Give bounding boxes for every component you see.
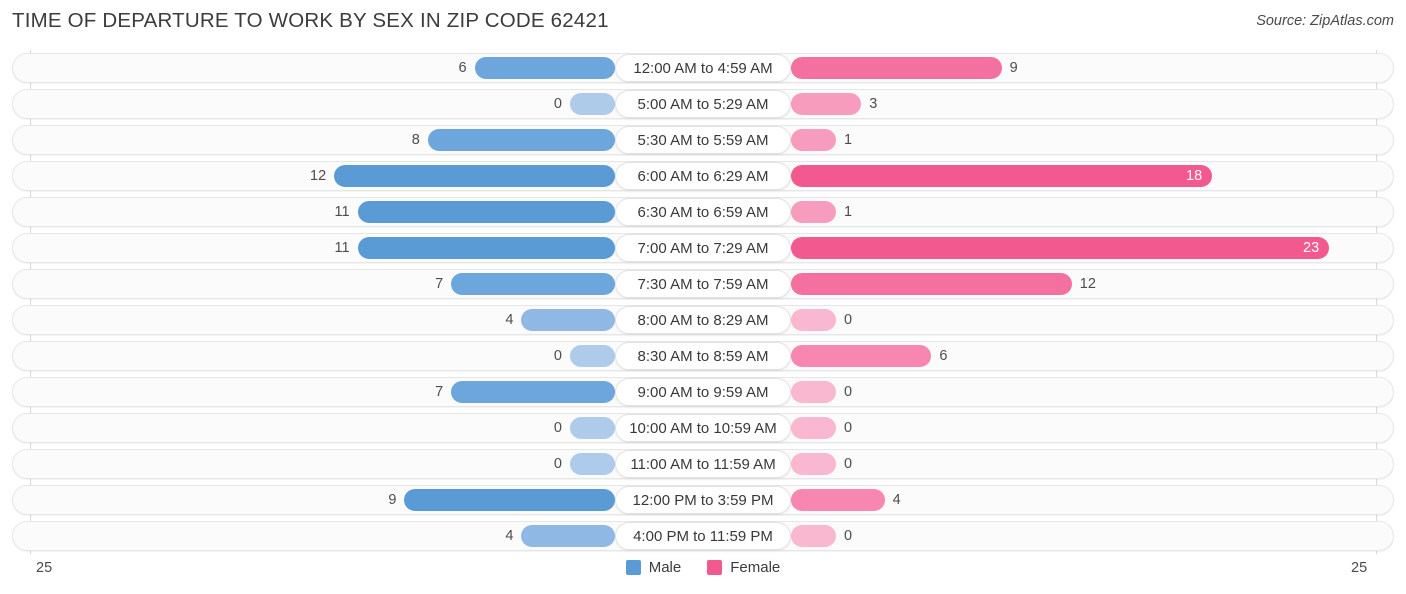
category-label: 6:30 AM to 6:59 AM — [615, 198, 791, 226]
bar-female[interactable] — [791, 273, 1072, 295]
bar-value-female: 6 — [939, 348, 948, 364]
bar-male[interactable] — [451, 273, 615, 295]
bar-female[interactable] — [791, 57, 1002, 79]
category-label: 10:00 AM to 10:59 AM — [615, 414, 791, 442]
category-label: 5:30 AM to 5:59 AM — [615, 126, 791, 154]
bar-value-male: 7 — [435, 384, 444, 400]
bar-female[interactable] — [791, 525, 836, 547]
legend-label-male: Male — [648, 559, 682, 576]
bar-value-male: 8 — [411, 132, 420, 148]
chart-legend: Male Female — [0, 559, 1406, 576]
bar-row: 7 0 9:00 AM to 9:59 AM — [0, 374, 1406, 410]
bar-female[interactable] — [791, 129, 836, 151]
bar-female[interactable] — [791, 93, 862, 115]
legend-item-female[interactable]: Female — [707, 559, 780, 576]
bar-row: 8 1 5:30 AM to 5:59 AM — [0, 122, 1406, 158]
category-label: 8:30 AM to 8:59 AM — [615, 342, 791, 370]
bar-male[interactable] — [334, 165, 615, 187]
bar-value-female: 0 — [844, 420, 853, 436]
bar-male[interactable] — [357, 237, 615, 259]
bar-value-male: 6 — [458, 60, 467, 76]
legend-swatch-male-icon — [625, 560, 641, 575]
category-label: 12:00 PM to 3:59 PM — [615, 486, 791, 514]
legend-swatch-female-icon — [707, 560, 723, 575]
bar-row: 0 3 5:00 AM to 5:29 AM — [0, 86, 1406, 122]
bar-female[interactable] — [791, 309, 836, 331]
category-label: 7:30 AM to 7:59 AM — [615, 270, 791, 298]
category-label: 9:00 AM to 9:59 AM — [615, 378, 791, 406]
bar-value-male: 11 — [334, 240, 350, 256]
bar-male[interactable] — [451, 381, 615, 403]
category-label: 11:00 AM to 11:59 AM — [615, 450, 791, 478]
page-title: TIME OF DEPARTURE TO WORK BY SEX IN ZIP … — [12, 9, 609, 32]
bar-value-female: 23 — [1303, 240, 1320, 256]
bar-male[interactable] — [357, 201, 615, 223]
bar-male[interactable] — [521, 309, 615, 331]
bar-value-male: 0 — [553, 456, 562, 472]
bar-value-male: 0 — [553, 348, 562, 364]
category-label: 12:00 AM to 4:59 AM — [615, 54, 791, 82]
category-label: 8:00 AM to 8:29 AM — [615, 306, 791, 334]
bar-row: 11 1 6:30 AM to 6:59 AM — [0, 194, 1406, 230]
bar-female[interactable] — [791, 165, 1213, 187]
bar-male[interactable] — [404, 489, 615, 511]
bar-value-female: 1 — [844, 132, 853, 148]
bar-female[interactable] — [791, 237, 1330, 259]
plot-area: 6 9 12:00 AM to 4:59 AM 0 3 5:00 AM to 5:29 A… — [0, 50, 1406, 554]
bar-value-female: 4 — [892, 492, 901, 508]
bar-value-male: 0 — [553, 420, 562, 436]
bar-row: 4 0 8:00 AM to 8:29 AM — [0, 302, 1406, 338]
chart-root: TIME OF DEPARTURE TO WORK BY SEX IN ZIP … — [0, 0, 1406, 594]
bar-value-male: 4 — [505, 528, 514, 544]
bar-value-male: 7 — [435, 276, 444, 292]
bar-value-female: 1 — [844, 204, 853, 220]
bar-value-female: 9 — [1009, 60, 1018, 76]
bar-value-male: 0 — [553, 96, 562, 112]
bar-row: 6 9 12:00 AM to 4:59 AM — [0, 50, 1406, 86]
bar-female[interactable] — [791, 345, 932, 367]
bar-female[interactable] — [791, 201, 836, 223]
bar-female[interactable] — [791, 381, 836, 403]
bar-row: 0 0 11:00 AM to 11:59 AM — [0, 446, 1406, 482]
bar-male[interactable] — [427, 129, 615, 151]
bar-male[interactable] — [570, 93, 615, 115]
bar-value-female: 0 — [844, 456, 853, 472]
bar-value-female: 0 — [844, 312, 853, 328]
bar-value-female: 0 — [844, 384, 853, 400]
bar-male[interactable] — [570, 345, 615, 367]
category-label: 6:00 AM to 6:29 AM — [615, 162, 791, 190]
bar-value-male: 9 — [388, 492, 397, 508]
bar-row: 0 0 10:00 AM to 10:59 AM — [0, 410, 1406, 446]
bar-female[interactable] — [791, 417, 836, 439]
chart-header: TIME OF DEPARTURE TO WORK BY SEX IN ZIP … — [0, 0, 1406, 44]
category-label: 5:00 AM to 5:29 AM — [615, 90, 791, 118]
bar-value-female: 12 — [1079, 276, 1096, 292]
category-label: 4:00 PM to 11:59 PM — [615, 522, 791, 550]
category-label: 7:00 AM to 7:29 AM — [615, 234, 791, 262]
bar-row: 9 4 12:00 PM to 3:59 PM — [0, 482, 1406, 518]
bar-row: 4 0 4:00 PM to 11:59 PM — [0, 518, 1406, 554]
bar-value-male: 11 — [334, 204, 350, 220]
bar-male[interactable] — [521, 525, 615, 547]
bar-male[interactable] — [474, 57, 615, 79]
bar-rows: 6 9 12:00 AM to 4:59 AM 0 3 5:00 AM to 5:29 A… — [0, 50, 1406, 554]
bar-value-female: 3 — [869, 96, 878, 112]
bar-row: 7 12 7:30 AM to 7:59 AM — [0, 266, 1406, 302]
source-attribution: Source: ZipAtlas.com — [1256, 13, 1394, 29]
bar-value-female: 18 — [1186, 168, 1203, 184]
chart-footer: 25 25 Male Female — [0, 554, 1406, 594]
bar-row: 0 6 8:30 AM to 8:59 AM — [0, 338, 1406, 374]
bar-female[interactable] — [791, 453, 836, 475]
bar-row: 11 23 7:00 AM to 7:29 AM — [0, 230, 1406, 266]
bar-value-female: 0 — [844, 528, 853, 544]
bar-female[interactable] — [791, 489, 885, 511]
bar-male[interactable] — [570, 417, 615, 439]
bar-value-male: 12 — [310, 168, 327, 184]
legend-label-female: Female — [730, 559, 781, 576]
bar-value-male: 4 — [505, 312, 514, 328]
legend-item-male[interactable]: Male — [625, 559, 682, 576]
bar-male[interactable] — [570, 453, 615, 475]
bar-row: 12 18 6:00 AM to 6:29 AM — [0, 158, 1406, 194]
